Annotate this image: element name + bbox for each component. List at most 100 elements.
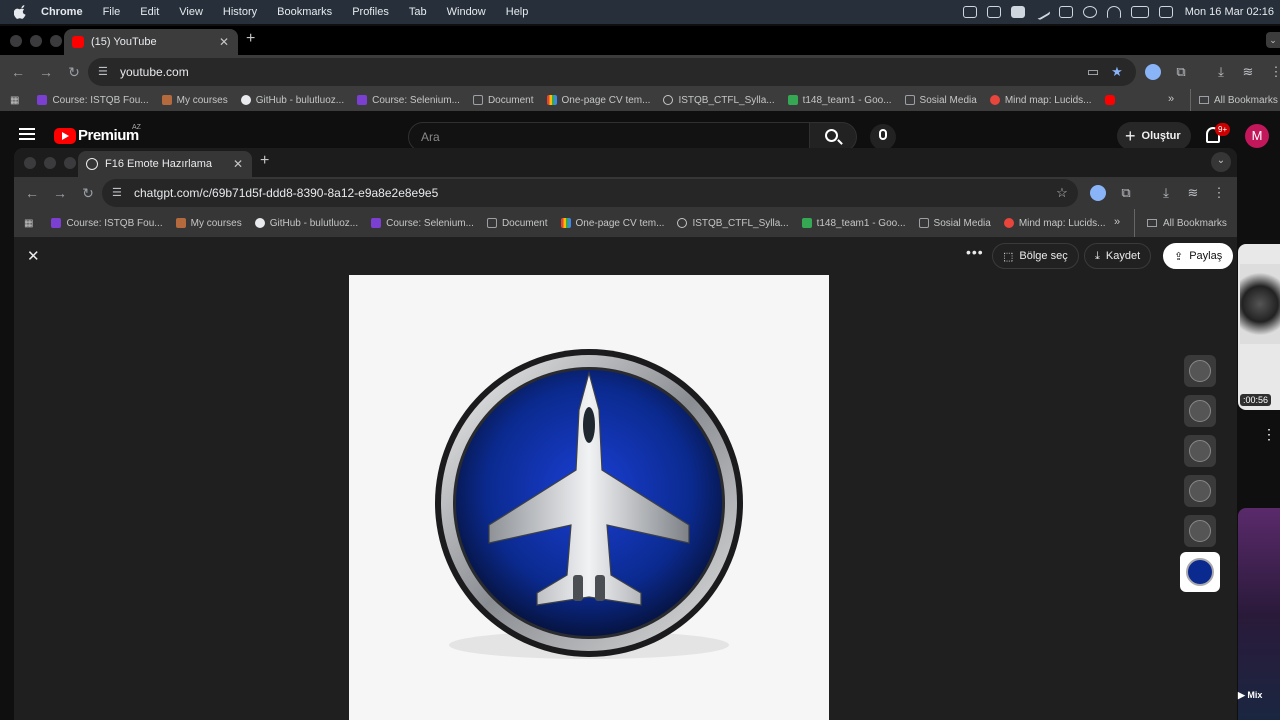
save-button[interactable]: ⤓ Kaydet [1084, 243, 1152, 269]
battery-icon[interactable] [1130, 6, 1149, 18]
inner-address-bar[interactable]: ☰ chatgpt.com/c/69b71d5f-ddd8-8390-8a12-… [102, 179, 1078, 207]
menu-history[interactable]: History [223, 6, 257, 18]
site-info-icon[interactable]: ☰ [98, 65, 112, 79]
more-bookmarks-icon[interactable]: » [1114, 216, 1120, 228]
cast-icon[interactable]: ▭ [1085, 64, 1101, 80]
bookmark-item[interactable]: My courses [175, 218, 242, 229]
avatar[interactable]: M [1245, 124, 1269, 148]
more-options-icon[interactable]: ••• [966, 244, 984, 260]
clock[interactable]: Mon 16 Mar 02:16 [1185, 6, 1274, 18]
pen-icon[interactable] [1032, 3, 1051, 21]
menu-tab[interactable]: Tab [409, 6, 427, 18]
stack-icon[interactable] [986, 6, 1001, 18]
bookmark-item[interactable]: One-page CV tem... [560, 218, 664, 229]
bookmark-item[interactable]: Course: Selenium... [371, 218, 474, 229]
apple-icon[interactable] [14, 5, 28, 19]
new-tab-icon[interactable]: + [260, 152, 269, 170]
outer-address-bar[interactable]: ☰ youtube.com [88, 58, 1136, 86]
all-bookmarks[interactable]: All Bookmarks [1134, 209, 1227, 237]
notion-icon[interactable] [1058, 6, 1073, 18]
youtube-logo-icon[interactable] [54, 128, 76, 144]
bookmark-item[interactable] [1104, 95, 1120, 105]
bookmark-item[interactable]: t148_team1 - Goo... [801, 218, 906, 229]
menu-view[interactable]: View [179, 6, 203, 18]
bookmark-item[interactable]: ISTQB_CTFL_Sylla... [677, 218, 789, 229]
tab-youtube[interactable]: (15) YouTube ✕ [64, 29, 238, 55]
hamburger-menu-icon[interactable] [19, 128, 35, 140]
bookmark-item[interactable]: Document [472, 95, 534, 106]
bookmark-item[interactable]: Course: Selenium... [357, 95, 460, 106]
thumbnail-1[interactable] [1184, 355, 1216, 387]
video-more-icon[interactable]: ⋮ [1262, 426, 1276, 443]
bookmark-star-icon[interactable]: ☆ [1054, 185, 1070, 201]
bookmark-item[interactable]: My courses [161, 95, 228, 106]
forward-icon[interactable]: → [38, 64, 54, 80]
menu-window[interactable]: Window [447, 6, 486, 18]
mix-thumbnail[interactable]: ▶ Mix [1238, 508, 1280, 720]
bookmark-item[interactable]: GitHub - bulutluoz... [240, 95, 344, 106]
create-button[interactable]: + Oluştur [1117, 122, 1191, 150]
bookmark-item[interactable]: GitHub - bulutluoz... [254, 218, 358, 229]
translate-icon[interactable] [1145, 64, 1161, 80]
more-bookmarks-icon[interactable]: » [1168, 93, 1174, 105]
extensions-icon[interactable]: ⧉ [1173, 64, 1189, 80]
download-icon[interactable]: ⤓ [1213, 64, 1229, 80]
select-region-button[interactable]: ⬚ Bölge seç [992, 243, 1079, 269]
new-tab-icon[interactable]: + [246, 30, 255, 48]
control-center-icon[interactable] [1158, 6, 1173, 18]
thumbnail-2[interactable] [1184, 395, 1216, 427]
reload-icon[interactable]: ↻ [66, 64, 82, 80]
screen-share-icon[interactable] [962, 6, 977, 18]
close-tab-icon[interactable]: ✕ [233, 157, 243, 171]
back-icon[interactable]: ← [10, 64, 26, 80]
profile-icon[interactable]: ≋ [1185, 185, 1201, 201]
play-circle-icon[interactable] [1082, 6, 1097, 18]
reload-icon[interactable]: ↻ [80, 185, 96, 201]
facetime-icon[interactable] [1010, 6, 1025, 18]
generated-image[interactable] [349, 275, 829, 720]
zoom-window-button[interactable] [50, 35, 62, 47]
forward-icon[interactable]: → [52, 185, 68, 201]
bookmark-item[interactable]: Course: ISTQB Fou... [37, 95, 149, 106]
video-thumbnail[interactable]: :00:56 [1238, 244, 1280, 410]
menu-file[interactable]: File [103, 6, 121, 18]
menu-bookmarks[interactable]: Bookmarks [277, 6, 332, 18]
bookmark-item[interactable]: One-page CV tem... [546, 95, 650, 106]
menu-help[interactable]: Help [506, 6, 529, 18]
zoom-window-button[interactable] [64, 157, 76, 169]
bookmark-item[interactable]: t148_team1 - Goo... [787, 95, 892, 106]
profile-icon[interactable]: ≋ [1240, 64, 1256, 80]
apps-icon[interactable]: ▦ [10, 95, 19, 106]
translate-icon[interactable] [1090, 185, 1106, 201]
thumbnail-selected[interactable] [1180, 552, 1220, 592]
tab-search-icon[interactable]: ⌄ [1266, 32, 1280, 48]
thumbnail-5[interactable] [1184, 515, 1216, 547]
tab-search-icon[interactable]: ⌄ [1211, 152, 1231, 172]
all-bookmarks[interactable]: All Bookmarks [1190, 89, 1278, 111]
close-window-button[interactable] [10, 35, 22, 47]
premium-label[interactable]: Premium [78, 127, 139, 144]
bookmark-item[interactable]: Sosial Media [918, 218, 991, 229]
menu-edit[interactable]: Edit [140, 6, 159, 18]
close-tab-icon[interactable]: ✕ [219, 35, 229, 49]
menu-profiles[interactable]: Profiles [352, 6, 389, 18]
bookmark-item[interactable]: Document [486, 218, 548, 229]
bookmark-item[interactable]: Mind map: Lucids... [989, 95, 1092, 106]
bookmark-item[interactable]: Mind map: Lucids... [1003, 218, 1106, 229]
close-window-button[interactable] [24, 157, 36, 169]
menu-icon[interactable]: ⋮ [1268, 64, 1280, 80]
bookmark-item[interactable]: Course: ISTQB Fou... [51, 218, 163, 229]
site-info-icon[interactable]: ☰ [112, 186, 126, 200]
menu-chrome[interactable]: Chrome [41, 6, 83, 18]
close-icon[interactable]: ✕ [27, 247, 40, 265]
thumbnail-3[interactable] [1184, 435, 1216, 467]
minimize-window-button[interactable] [30, 35, 42, 47]
back-icon[interactable]: ← [24, 185, 40, 201]
minimize-window-button[interactable] [44, 157, 56, 169]
wifi-icon[interactable] [1106, 6, 1121, 18]
voice-search-button[interactable] [870, 124, 896, 150]
download-icon[interactable]: ⤓ [1158, 185, 1174, 201]
bookmark-item[interactable]: ISTQB_CTFL_Sylla... [663, 95, 775, 106]
extensions-icon[interactable]: ⧉ [1118, 185, 1134, 201]
share-button[interactable]: ⇪ Paylaş [1163, 243, 1234, 269]
